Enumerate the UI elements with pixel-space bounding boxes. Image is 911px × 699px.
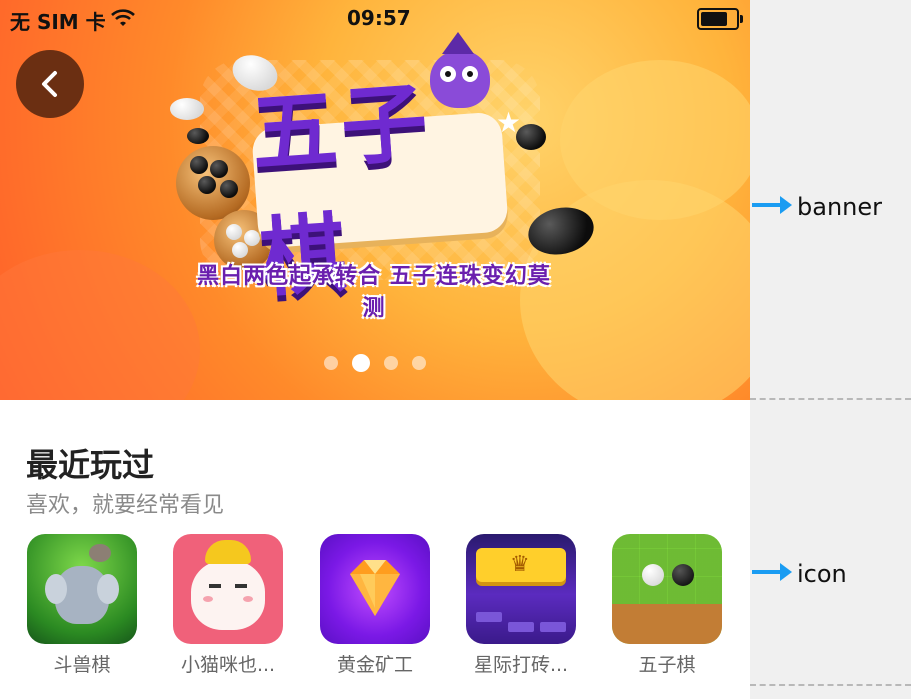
carrier-label: 无 SIM 卡: [10, 10, 106, 34]
icon-annotation: icon: [750, 560, 911, 590]
status-bar: 无 SIM 卡 09:57: [0, 0, 750, 38]
carousel-dot-active[interactable]: [352, 354, 370, 372]
recent-games-list: 斗兽棋 小猫咪也... 黄金矿工 ♛ 星际打砖... 五子棋: [0, 534, 750, 684]
game-label: 黄金矿工: [336, 654, 413, 676]
banner-title-art: 五子棋: [248, 72, 509, 309]
carousel-indicator[interactable]: [0, 354, 750, 372]
section-title: 最近玩过: [26, 446, 155, 484]
banner-subtitle: 黑白两色起承转合 五子连珠变幻莫测: [197, 264, 551, 321]
white-stone: [232, 242, 248, 258]
banner-annotation: banner: [750, 193, 911, 223]
cloud-decoration: [0, 250, 200, 400]
game-banner[interactable]: ★ 五子棋 黑白两色起承转合 五子连珠变幻莫测 无 SIM 卡 09:57: [0, 0, 750, 400]
wifi-icon: [110, 8, 136, 33]
back-arrow-icon: [42, 71, 57, 97]
gem-game-icon[interactable]: [320, 534, 430, 644]
white-stone: [226, 224, 242, 240]
black-stone: [190, 156, 208, 174]
battery-icon: [697, 8, 743, 30]
game-item-gold-miner[interactable]: 黄金矿工: [305, 534, 445, 677]
section-divider: [750, 398, 911, 400]
white-stone: [170, 98, 204, 120]
battery-nub: [740, 15, 743, 23]
game-item-kitten[interactable]: 小猫咪也...: [158, 534, 298, 677]
black-stone: [210, 160, 228, 178]
clock: 09:57: [347, 6, 411, 30]
black-stone: [187, 128, 209, 144]
brick-game-icon[interactable]: ♛: [466, 534, 576, 644]
recently-played-section: 最近玩过 喜欢，就要经常看见 斗兽棋 小猫咪也... 黄金矿工 ♛ 星际打砖..…: [0, 400, 750, 699]
game-item-brick-breaker[interactable]: ♛ 星际打砖...: [451, 534, 591, 677]
back-button[interactable]: [16, 50, 84, 118]
carousel-dot[interactable]: [384, 356, 398, 370]
annotation-label: icon: [797, 560, 847, 588]
annotation-label: banner: [797, 193, 882, 221]
cat-game-icon[interactable]: [173, 534, 283, 644]
section-subtitle: 喜欢，就要经常看见: [26, 493, 225, 518]
black-stone: [220, 180, 238, 198]
game-item-dou-shou-qi[interactable]: 斗兽棋: [12, 534, 152, 677]
game-label: 五子棋: [638, 654, 696, 676]
gomoku-game-icon[interactable]: [612, 534, 722, 644]
phone-screen: ★ 五子棋 黑白两色起承转合 五子连珠变幻莫测 无 SIM 卡 09:57 最近…: [0, 0, 750, 699]
crown-icon: ♛: [510, 552, 530, 577]
game-label: 斗兽棋: [53, 654, 111, 676]
game-label: 星际打砖...: [473, 654, 569, 676]
black-stone: [198, 176, 216, 194]
game-item-gomoku[interactable]: 五子棋: [597, 534, 737, 677]
section-divider: [750, 684, 911, 686]
carousel-dot[interactable]: [324, 356, 338, 370]
battery-fill: [701, 12, 727, 26]
game-label: 小猫咪也...: [180, 654, 276, 676]
arrow-right-icon: [752, 563, 792, 581]
elephant-game-icon[interactable]: [27, 534, 137, 644]
arrow-right-icon: [752, 196, 792, 214]
carousel-dot[interactable]: [412, 356, 426, 370]
cloud-decoration: [560, 60, 750, 220]
